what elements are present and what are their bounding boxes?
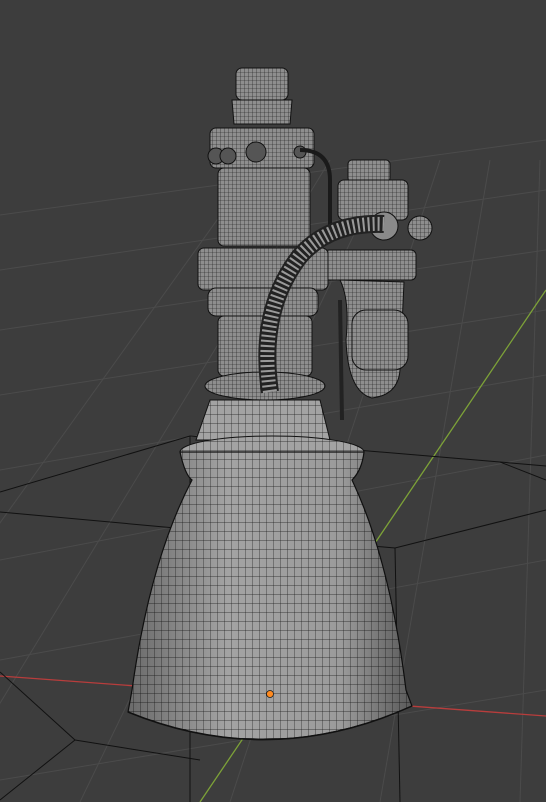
3d-viewport[interactable] [0, 0, 546, 802]
object-origin-dot[interactable] [266, 690, 274, 698]
